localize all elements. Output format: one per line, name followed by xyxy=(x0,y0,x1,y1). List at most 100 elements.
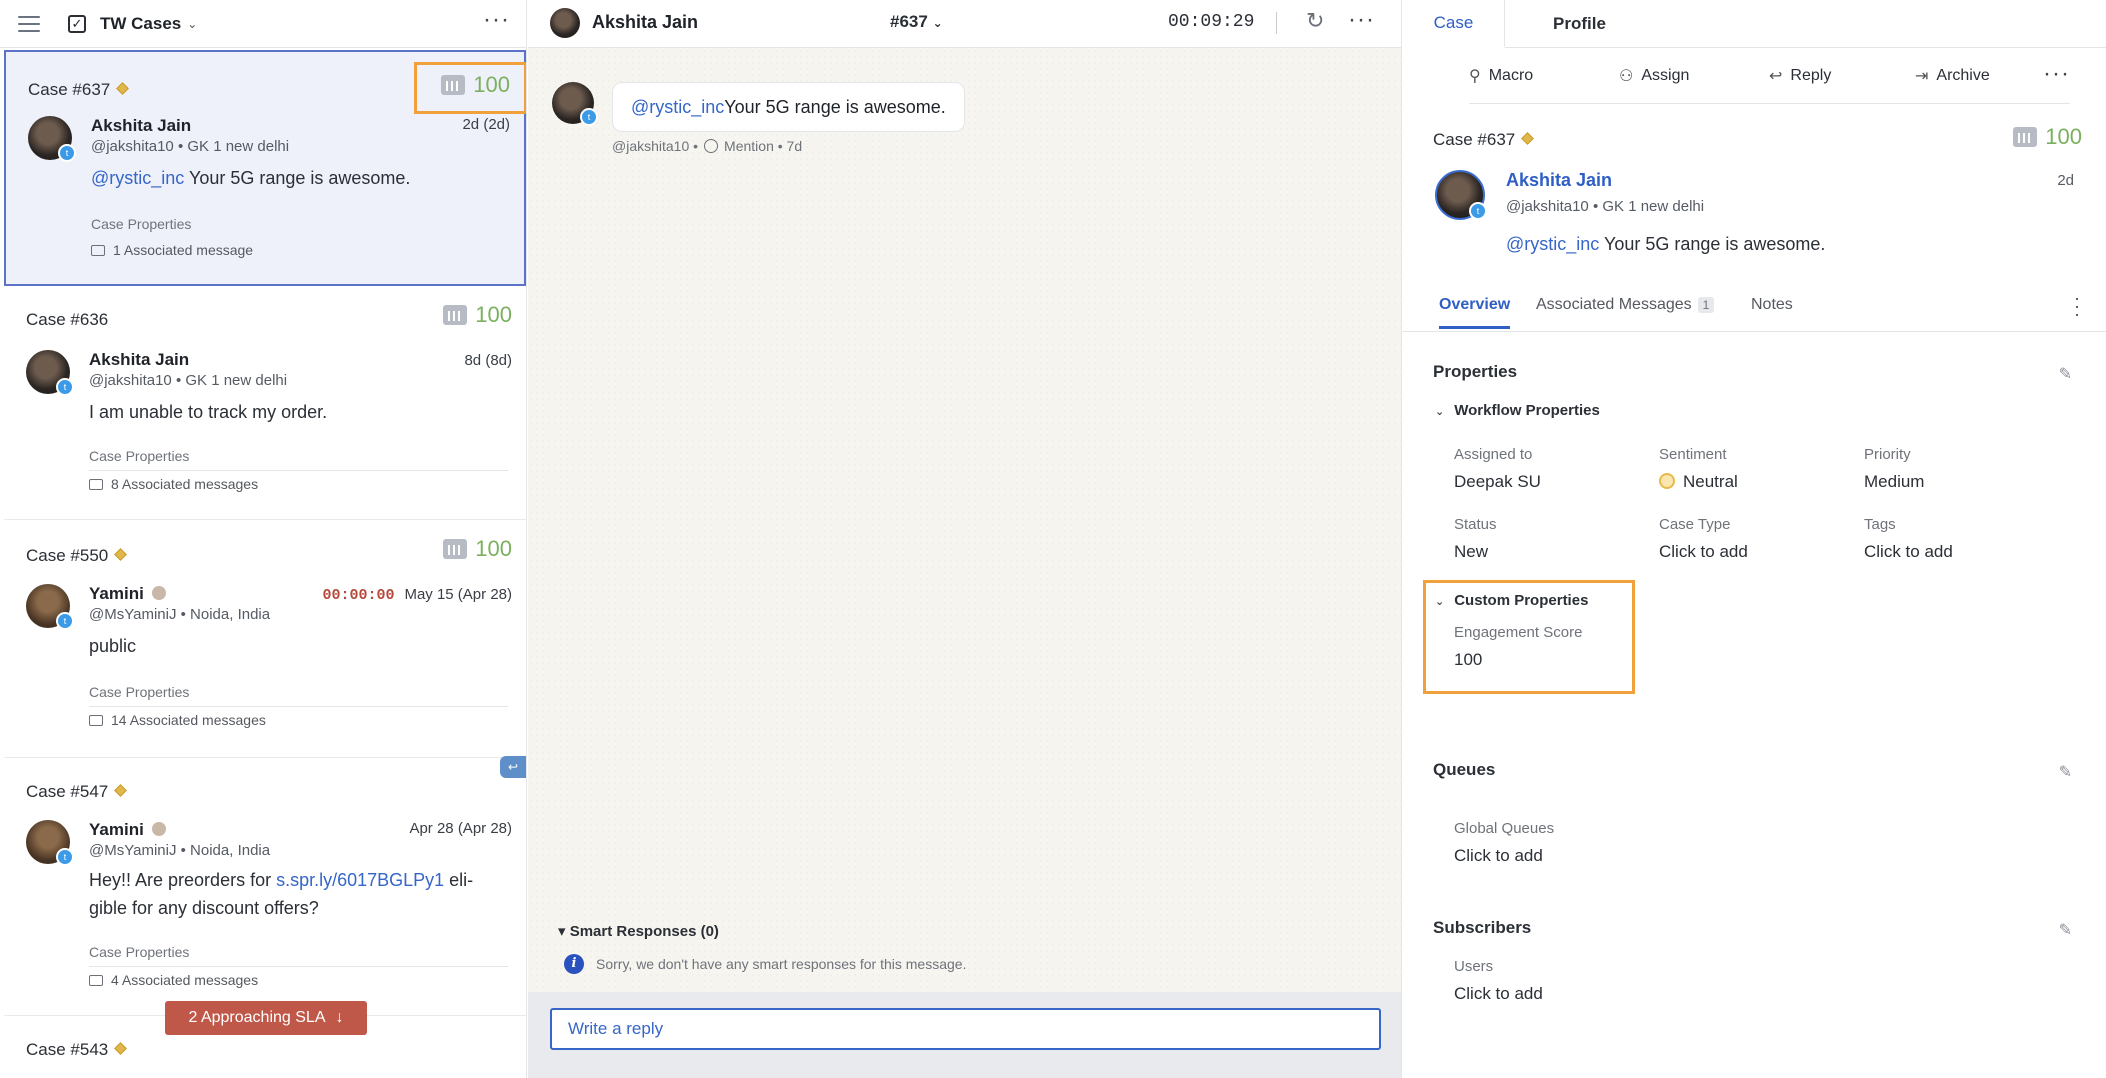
count-badge: 1 xyxy=(1697,297,1715,313)
priority-label: Priority xyxy=(1864,446,1911,463)
tags-value[interactable]: Click to add xyxy=(1864,542,1953,562)
twitter-icon: t xyxy=(56,378,74,396)
more-options-icon[interactable]: ··· xyxy=(483,8,510,32)
avatar[interactable]: t xyxy=(26,350,74,396)
queues-title: Queues xyxy=(1433,760,1496,779)
engagement-score: 100 xyxy=(443,302,512,328)
assign-icon: ⚇ xyxy=(1619,68,1634,85)
case-number: Case #636 xyxy=(26,310,109,329)
info-icon: i xyxy=(564,954,584,974)
priority-diamond-icon xyxy=(114,548,128,561)
associated-messages[interactable]: 4 Associated messages xyxy=(89,972,258,988)
tab-profile[interactable]: Profile xyxy=(1553,0,1606,48)
sentiment-value[interactable]: Neutral xyxy=(1659,472,1738,492)
chevron-down-icon: ⌄ xyxy=(932,16,943,30)
twitter-icon: t xyxy=(56,612,74,630)
edit-pencil-icon[interactable]: ✎ xyxy=(2059,762,2072,782)
engagement-score: 100 xyxy=(2013,124,2082,150)
assigned-to-value[interactable]: Deepak SU xyxy=(1454,472,1541,492)
avatar[interactable]: t xyxy=(1435,170,1487,220)
users-value[interactable]: Click to add xyxy=(1454,984,1543,1004)
avatar[interactable]: t xyxy=(552,82,598,126)
tab-associated-messages[interactable]: Associated Messages 1 xyxy=(1536,296,1715,314)
select-all-checkbox[interactable]: ✓ xyxy=(68,14,86,33)
arrow-down-icon: ↓ xyxy=(335,1009,344,1026)
avatar[interactable]: t xyxy=(26,584,74,630)
case-toolbar: ⚲ Macro ⚇ Assign ↩ Reply ⇥ Archive ··· xyxy=(1469,50,2070,104)
envelope-icon xyxy=(89,974,103,986)
case-date: 00:00:00 May 15 (Apr 28) xyxy=(322,586,512,604)
avatar[interactable] xyxy=(550,8,580,38)
wand-icon: ⚲ xyxy=(1469,68,1481,85)
influencer-icon xyxy=(151,586,166,600)
author-name: Yamini xyxy=(89,584,166,604)
score-chart-icon xyxy=(443,539,468,559)
mention-link[interactable]: @rystic_inc xyxy=(631,97,724,118)
case-number: Case #637 xyxy=(28,80,130,100)
associated-messages[interactable]: 8 Associated messages xyxy=(89,476,258,492)
details-subtabs: Overview Associated Messages 1 Notes · · · xyxy=(1403,282,2106,332)
case-switcher[interactable]: #637 ⌄ xyxy=(890,12,943,32)
author-handle: @jakshita10 • GK 1 new delhi xyxy=(1506,198,1705,215)
avatar[interactable]: t xyxy=(28,116,76,162)
archive-icon: ⇥ xyxy=(1915,68,1929,85)
case-list-title[interactable]: TW Cases xyxy=(100,14,181,34)
case-list-pane: ✓ TW Cases ⌄ ··· Case #637 100 t Akshita… xyxy=(0,0,527,1078)
score-chart-icon xyxy=(2013,127,2038,147)
case-card-550[interactable]: Case #550 100 t Yamini @MsYaminiJ • Noid… xyxy=(4,522,526,758)
case-card-547[interactable]: Case #547 t Yamini @MsYaminiJ • Noida, I… xyxy=(4,760,526,1016)
assign-button[interactable]: ⚇ Assign xyxy=(1619,66,1689,86)
tab-case[interactable]: Case xyxy=(1403,0,1505,48)
case-type-value[interactable]: Click to add xyxy=(1659,542,1748,562)
reply-input[interactable]: Write a reply xyxy=(550,1008,1381,1050)
author-handle: @jakshita10 • GK 1 new delhi xyxy=(89,372,288,389)
priority-diamond-icon xyxy=(114,1042,128,1055)
tags-label: Tags xyxy=(1864,516,1896,533)
edit-pencil-icon[interactable]: ✎ xyxy=(2059,364,2072,384)
sla-timer: 00:00:00 xyxy=(322,587,395,604)
twitter-icon: t xyxy=(58,144,76,162)
mention-link[interactable]: @rystic_inc xyxy=(91,168,184,188)
edit-pencil-icon[interactable]: ✎ xyxy=(2059,920,2072,940)
refresh-icon[interactable]: ↻ xyxy=(1306,8,1324,34)
score-chart-icon xyxy=(443,305,468,325)
priority-value[interactable]: Medium xyxy=(1864,472,1924,492)
tab-notes[interactable]: Notes xyxy=(1751,296,1793,314)
more-options-icon[interactable]: ··· xyxy=(1348,6,1375,34)
author-name: Akshita Jain xyxy=(91,116,192,135)
associated-messages[interactable]: 1 Associated message xyxy=(91,242,253,258)
case-card-636[interactable]: Case #636 100 t Akshita Jain @jakshita10… xyxy=(4,288,526,520)
message-text: I am unable to track my order. xyxy=(89,402,328,422)
mention-link[interactable]: @rystic_inc xyxy=(1506,234,1599,254)
approaching-sla-button[interactable]: 2 Approaching SLA ↓ xyxy=(165,1001,367,1035)
author-handle: @MsYaminiJ • Noida, India xyxy=(89,606,271,623)
author-name[interactable]: Akshita Jain xyxy=(1506,170,1612,191)
reply-button[interactable]: ↩ Reply xyxy=(1769,66,1831,86)
author-handle: @jakshita10 • GK 1 new delhi xyxy=(91,138,290,155)
twitter-icon: t xyxy=(56,848,74,866)
message-text: @rystic_inc Your 5G range is awesome. xyxy=(1506,234,1826,254)
tab-overview[interactable]: Overview xyxy=(1439,296,1511,329)
menu-icon[interactable] xyxy=(18,15,40,32)
reply-icon: ↩ xyxy=(1769,68,1783,85)
avatar[interactable]: t xyxy=(26,820,74,866)
smart-responses-toggle[interactable]: ▾ Smart Responses (0) xyxy=(558,922,719,940)
case-properties-label: Case Properties xyxy=(89,448,190,464)
status-value[interactable]: New xyxy=(1454,542,1488,562)
case-date: 8d (8d) xyxy=(464,352,512,369)
vertical-more-icon[interactable]: · · · xyxy=(2074,289,2080,323)
globe-icon xyxy=(704,139,719,153)
associated-messages[interactable]: 14 Associated messages xyxy=(89,712,266,728)
details-tabs: Case Profile xyxy=(1403,0,2106,48)
global-queues-value[interactable]: Click to add xyxy=(1454,846,1543,866)
priority-diamond-icon xyxy=(116,82,130,95)
archive-button[interactable]: ⇥ Archive xyxy=(1915,66,1990,86)
more-options-icon[interactable]: ··· xyxy=(2043,60,2070,88)
divider xyxy=(89,470,508,471)
chevron-down-icon[interactable]: ⌄ xyxy=(187,17,197,31)
message-link[interactable]: s.spr.ly/6017BGLPy1 xyxy=(276,870,444,890)
message-bubble[interactable]: @rystic_inc Your 5G range is awesome. xyxy=(612,82,965,132)
workflow-properties-toggle[interactable]: ⌄ Workflow Properties xyxy=(1435,402,1600,419)
macro-button[interactable]: ⚲ Macro xyxy=(1469,66,1533,86)
conversation-header: Akshita Jain #637 ⌄ 00:09:29 ↻ ··· xyxy=(528,0,1401,48)
